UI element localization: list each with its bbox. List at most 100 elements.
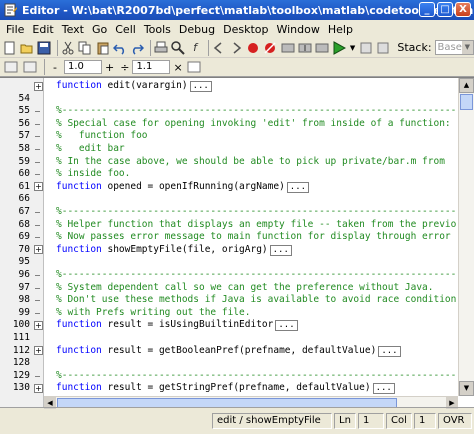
redo-icon[interactable] xyxy=(130,40,144,56)
fold-toggle-icon[interactable]: + xyxy=(34,245,43,255)
maximize-button[interactable]: □ xyxy=(437,2,453,17)
breakpoint-dash[interactable] xyxy=(35,224,40,226)
code-line-comment[interactable]: % Helper function that displays an empty… xyxy=(56,219,456,231)
code-line-function[interactable]: function opened = openIfRunning(argName)… xyxy=(56,181,310,193)
menu-desktop[interactable]: Desktop xyxy=(219,23,272,36)
paste-icon[interactable] xyxy=(96,40,110,56)
cell-evaluate-advance-icon[interactable] xyxy=(22,59,38,75)
menu-text[interactable]: Text xyxy=(58,23,88,36)
scroll-thumb[interactable] xyxy=(460,94,473,110)
code-line-comment[interactable]: %---------------------------------------… xyxy=(56,105,458,117)
folded-code-ellipsis[interactable]: ... xyxy=(372,383,395,395)
run-icon[interactable] xyxy=(332,40,346,56)
close-button[interactable]: X xyxy=(455,2,471,17)
code-line-comment[interactable]: %---------------------------------------… xyxy=(56,206,458,218)
code-line-comment[interactable]: % In the case above, we should be able t… xyxy=(56,156,445,168)
open-folder-icon[interactable] xyxy=(20,40,34,56)
code-line-function[interactable]: function result = getBooleanPref(prefnam… xyxy=(56,345,401,357)
code-line-function[interactable]: function showEmptyFile(file, origArg)... xyxy=(56,244,292,256)
code-line-function[interactable]: function edit(varargin)... xyxy=(56,80,212,92)
code-line-comment[interactable]: % Special case for opening invoking 'edi… xyxy=(56,118,451,130)
save-icon[interactable] xyxy=(37,40,51,56)
code-line-comment[interactable]: % with Prefs writing out the file. xyxy=(56,307,250,319)
cell-times-button[interactable]: × xyxy=(173,61,182,74)
cell-value-field-2[interactable]: 1.1 xyxy=(132,60,171,74)
print-icon[interactable] xyxy=(154,40,168,56)
fold-toggle-icon[interactable]: + xyxy=(34,346,43,356)
find-icon[interactable] xyxy=(171,40,185,56)
code-line-function[interactable]: function result = isUsingBuiltinEditor..… xyxy=(56,319,298,332)
undo-icon[interactable] xyxy=(112,40,127,56)
scroll-up-icon[interactable]: ▲ xyxy=(459,78,474,93)
code-area[interactable]: function edit(varargin)... %-------------… xyxy=(44,78,458,396)
vertical-scrollbar[interactable]: ▲ ▼ xyxy=(458,78,474,396)
step-out-icon[interactable] xyxy=(315,40,329,56)
fold-toggle-icon[interactable]: + xyxy=(34,383,43,393)
clear-breakpoints-icon[interactable] xyxy=(263,40,277,56)
menu-file[interactable]: File xyxy=(2,23,28,36)
fold-toggle-icon[interactable]: + xyxy=(34,320,43,330)
menu-debug[interactable]: Debug xyxy=(175,23,219,36)
minimize-button[interactable]: _ xyxy=(419,2,435,17)
menu-edit[interactable]: Edit xyxy=(28,23,57,36)
breakpoint-dash[interactable] xyxy=(35,287,40,289)
exit-debug-icon[interactable] xyxy=(359,40,373,56)
folded-code-ellipsis[interactable]: ... xyxy=(275,320,298,332)
menu-window[interactable]: Window xyxy=(272,23,323,36)
breakpoint-dash[interactable] xyxy=(35,375,40,377)
new-file-icon[interactable] xyxy=(3,40,17,56)
cell-evaluate-icon[interactable] xyxy=(3,59,19,75)
debug-mode-icon[interactable] xyxy=(376,40,390,56)
function-signature: result = isUsingBuiltinEditor xyxy=(101,319,274,331)
menu-tools[interactable]: Tools xyxy=(140,23,175,36)
cell-value-field-1[interactable]: 1.0 xyxy=(64,60,102,74)
line-number: 54 xyxy=(18,92,30,104)
cell-chart-icon[interactable] xyxy=(186,59,202,75)
code-line-comment[interactable]: % Don't use these methods if Java is ava… xyxy=(56,294,456,306)
step-in-icon[interactable] xyxy=(298,40,312,56)
code-line-comment[interactable]: % function foo xyxy=(56,130,148,142)
folded-code-ellipsis[interactable]: ... xyxy=(378,345,401,357)
breakpoint-dash[interactable] xyxy=(35,212,40,213)
menu-go[interactable]: Go xyxy=(88,23,111,36)
breakpoint-dash[interactable] xyxy=(35,275,40,276)
code-line-comment[interactable]: % edit bar xyxy=(56,143,125,155)
breakpoint-dash[interactable] xyxy=(35,237,40,239)
comment-text: % Now passes error message to main funct… xyxy=(56,231,451,243)
menu-help[interactable]: Help xyxy=(324,23,357,36)
breakpoint-dash[interactable] xyxy=(35,161,40,163)
breakpoint-dash[interactable] xyxy=(35,149,40,150)
scroll-down-icon[interactable]: ▼ xyxy=(459,381,474,396)
keyword-function: function xyxy=(56,382,102,394)
code-line-comment[interactable]: %---------------------------------------… xyxy=(56,370,458,382)
copy-icon[interactable] xyxy=(78,40,92,56)
function-browser-icon[interactable]: f xyxy=(188,40,202,56)
code-line-function[interactable]: function result = getStringPref(prefname… xyxy=(56,382,395,395)
code-line-comment[interactable]: % System dependent call so we can get th… xyxy=(56,282,434,294)
cell-divide-button[interactable]: ÷ xyxy=(120,61,129,74)
breakpoint-dash[interactable] xyxy=(35,312,40,314)
cell-plus-button[interactable]: + xyxy=(105,61,114,74)
fold-toggle-icon[interactable]: + xyxy=(34,182,43,192)
breakpoint-dash[interactable] xyxy=(35,300,40,302)
folded-code-ellipsis[interactable]: ... xyxy=(189,81,212,92)
code-line-comment[interactable]: % Now passes error message to main funct… xyxy=(56,231,451,243)
cut-icon[interactable] xyxy=(61,40,75,56)
fold-toggle-icon[interactable]: + xyxy=(34,81,43,91)
stack-select[interactable]: Base ▼ xyxy=(434,40,474,55)
back-icon[interactable] xyxy=(212,40,226,56)
folded-code-ellipsis[interactable]: ... xyxy=(286,181,310,193)
menu-cell[interactable]: Cell xyxy=(111,23,140,36)
cell-minus-button[interactable]: - xyxy=(48,61,62,74)
breakpoint-dash[interactable] xyxy=(35,111,40,113)
forward-icon[interactable] xyxy=(229,40,243,56)
breakpoint-dash[interactable] xyxy=(35,123,40,125)
breakpoint-dash[interactable] xyxy=(35,136,40,138)
run-dropdown-icon[interactable]: ▼ xyxy=(349,40,356,56)
folded-code-ellipsis[interactable]: ... xyxy=(269,244,292,256)
set-breakpoint-icon[interactable] xyxy=(246,40,260,56)
code-line-comment[interactable]: % inside foo. xyxy=(56,168,130,180)
code-line-comment[interactable]: %---------------------------------------… xyxy=(56,269,458,281)
step-icon[interactable] xyxy=(281,40,295,56)
breakpoint-dash[interactable] xyxy=(35,174,40,176)
